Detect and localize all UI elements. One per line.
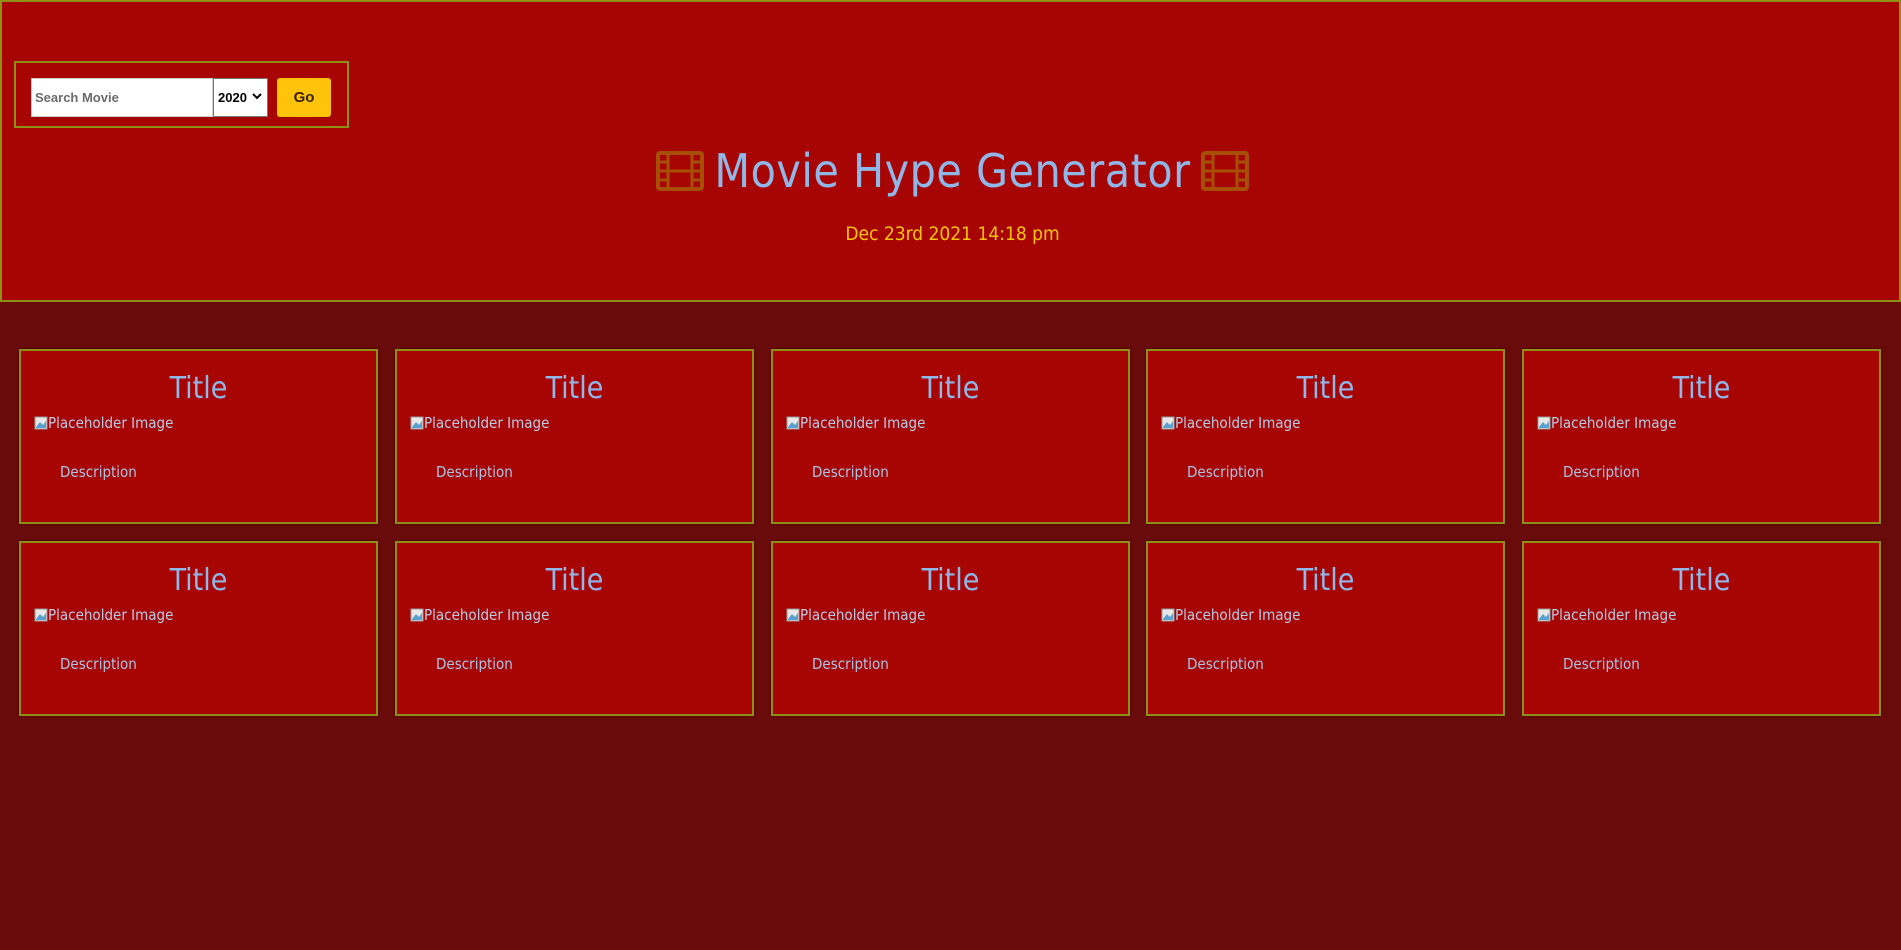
- card-image: Placeholder Image: [1161, 414, 1300, 432]
- year-select-value: 2020: [218, 90, 247, 105]
- card-description: Description: [436, 655, 513, 673]
- card-image-alt: Placeholder Image: [800, 606, 926, 624]
- broken-image-icon: [410, 608, 424, 622]
- card-description: Description: [1187, 463, 1264, 481]
- broken-image-icon: [1161, 608, 1175, 622]
- card-title: Title: [1296, 563, 1355, 598]
- card-image-alt: Placeholder Image: [1175, 414, 1301, 432]
- movie-card[interactable]: Title Placeholder Image Description: [1522, 349, 1881, 524]
- card-image: Placeholder Image: [786, 606, 925, 624]
- film-icon: [656, 151, 705, 191]
- card-description: Description: [1563, 655, 1640, 673]
- card-title: Title: [169, 371, 228, 406]
- card-title: Title: [1672, 371, 1731, 406]
- card-description: Description: [436, 463, 513, 481]
- movie-card[interactable]: Title Placeholder Image Description: [771, 349, 1130, 524]
- current-datetime: Dec 23rd 2021 14:18 pm: [845, 223, 1060, 245]
- broken-image-icon: [34, 608, 48, 622]
- title-row: Movie Hype Generator: [2, 140, 1901, 202]
- broken-image-icon: [410, 416, 424, 430]
- card-description: Description: [1187, 655, 1264, 673]
- card-title: Title: [545, 563, 604, 598]
- card-title: Title: [545, 371, 604, 406]
- page: 2020 Go Movie Hype Generator: [0, 0, 1901, 950]
- card-title: Title: [1296, 371, 1355, 406]
- card-description: Description: [812, 463, 889, 481]
- year-select[interactable]: 2020: [213, 78, 268, 117]
- broken-image-icon: [1161, 416, 1175, 430]
- card-image: Placeholder Image: [786, 414, 925, 432]
- broken-image-icon: [34, 416, 48, 430]
- card-image-alt: Placeholder Image: [1551, 606, 1677, 624]
- search-form: 2020 Go: [14, 61, 349, 128]
- header: 2020 Go Movie Hype Generator: [0, 0, 1901, 302]
- card-title: Title: [921, 371, 980, 406]
- card-image: Placeholder Image: [1537, 414, 1676, 432]
- card-description: Description: [812, 655, 889, 673]
- card-description: Description: [1563, 463, 1640, 481]
- card-image-alt: Placeholder Image: [48, 414, 174, 432]
- broken-image-icon: [786, 608, 800, 622]
- card-image: Placeholder Image: [1537, 606, 1676, 624]
- movie-card[interactable]: Title Placeholder Image Description: [771, 541, 1130, 716]
- card-title: Title: [1672, 563, 1731, 598]
- search-input[interactable]: [31, 78, 213, 117]
- chevron-down-icon: [252, 93, 262, 100]
- movie-card[interactable]: Title Placeholder Image Description: [395, 541, 754, 716]
- card-description: Description: [60, 463, 137, 481]
- movie-card[interactable]: Title Placeholder Image Description: [395, 349, 754, 524]
- card-title: Title: [921, 563, 980, 598]
- broken-image-icon: [1537, 608, 1551, 622]
- card-description: Description: [60, 655, 137, 673]
- card-image-alt: Placeholder Image: [1175, 606, 1301, 624]
- movie-card[interactable]: Title Placeholder Image Description: [1522, 541, 1881, 716]
- go-button[interactable]: Go: [277, 78, 331, 117]
- broken-image-icon: [786, 416, 800, 430]
- card-image: Placeholder Image: [410, 606, 549, 624]
- movie-card[interactable]: Title Placeholder Image Description: [19, 541, 378, 716]
- app-title: Movie Hype Generator: [714, 144, 1191, 198]
- card-image-alt: Placeholder Image: [1551, 414, 1677, 432]
- card-image-alt: Placeholder Image: [424, 606, 550, 624]
- film-icon: [1200, 151, 1249, 191]
- card-image: Placeholder Image: [1161, 606, 1300, 624]
- movie-card[interactable]: Title Placeholder Image Description: [1146, 541, 1505, 716]
- movie-card[interactable]: Title Placeholder Image Description: [19, 349, 378, 524]
- movie-card[interactable]: Title Placeholder Image Description: [1146, 349, 1505, 524]
- broken-image-icon: [1537, 416, 1551, 430]
- card-image-alt: Placeholder Image: [48, 606, 174, 624]
- card-title: Title: [169, 563, 228, 598]
- card-image: Placeholder Image: [34, 606, 173, 624]
- card-image: Placeholder Image: [410, 414, 549, 432]
- card-image-alt: Placeholder Image: [424, 414, 550, 432]
- card-image-alt: Placeholder Image: [800, 414, 926, 432]
- card-image: Placeholder Image: [34, 414, 173, 432]
